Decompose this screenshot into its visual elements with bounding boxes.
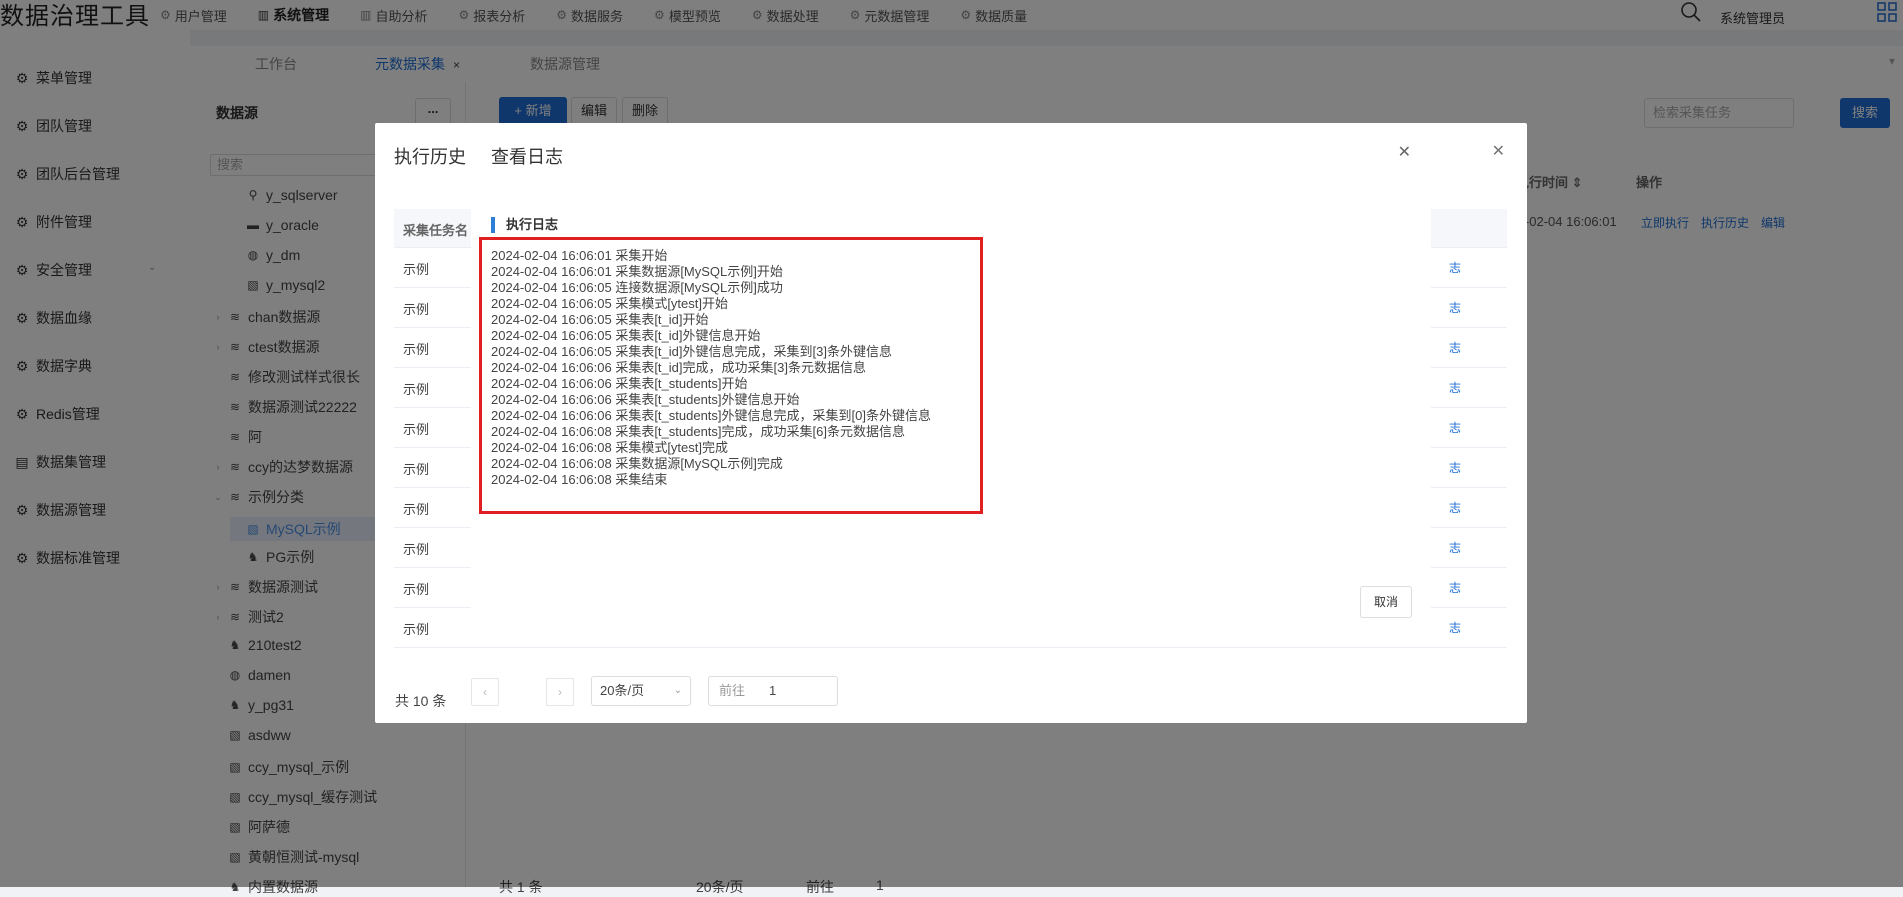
log-content: 2024-02-04 16:06:01 采集开始 2024-02-04 16:06…: [479, 237, 983, 514]
log-line: 2024-02-04 16:06:08 采集数据源[MySQL示例]完成: [491, 456, 783, 471]
log-line: 2024-02-04 16:06:05 采集表[t_id]外键信息开始: [491, 328, 761, 343]
log-line: 2024-02-04 16:06:05 采集表[t_id]开始: [491, 312, 709, 327]
task-name-cell: 示例: [403, 542, 430, 557]
task-name-cell: 示例: [403, 342, 430, 357]
view-log-link[interactable]: 志: [1449, 259, 1461, 276]
task-name-cell: 示例: [403, 262, 430, 277]
task-name-cell: 示例: [403, 502, 430, 517]
cancel-button[interactable]: 取消: [1360, 586, 1412, 618]
log-line: 2024-02-04 16:06:08 采集表[t_students]完成，成功…: [491, 424, 905, 439]
view-log-link[interactable]: 志: [1449, 379, 1461, 396]
log-line: 2024-02-04 16:06:06 采集表[t_students]外键信息开…: [491, 392, 800, 407]
chevron-down-icon: ⌄: [673, 685, 682, 696]
view-log-link[interactable]: 志: [1449, 459, 1461, 476]
goto-page-input[interactable]: 前往 1: [708, 676, 838, 706]
task-name-cell: 示例: [403, 622, 430, 637]
log-line: 2024-02-04 16:06:08 采集结束: [491, 472, 668, 487]
history-total: 共 10 条: [395, 693, 447, 709]
section-header: 执行日志: [491, 217, 558, 233]
view-log-dialog: 查看日志 ✕ 执行日志 2024-02-04 16:06:01 采集开始 2024…: [471, 123, 1431, 638]
view-log-link[interactable]: 志: [1449, 299, 1461, 316]
next-page-button[interactable]: ›: [546, 678, 574, 706]
log-line: 2024-02-04 16:06:05 采集模式[ytest]开始: [491, 296, 729, 311]
page-size-select[interactable]: 20条/页 ⌄: [591, 676, 691, 706]
prev-page-button[interactable]: ‹: [471, 678, 499, 706]
goto-label: 前往: [719, 683, 746, 698]
task-name-cell: 示例: [403, 382, 430, 397]
log-line: 2024-02-04 16:06:06 采集表[t_students]外键信息完…: [491, 408, 931, 423]
view-log-link[interactable]: 志: [1449, 619, 1461, 636]
dialog-title: 执行历史: [394, 147, 466, 167]
log-line: 2024-02-04 16:06:06 采集表[t_id]完成，成功采集[3]条…: [491, 360, 866, 375]
view-log-link[interactable]: 志: [1449, 339, 1461, 356]
task-name-cell: 示例: [403, 302, 430, 317]
goto-page-value: 1: [769, 683, 777, 698]
log-line: 2024-02-04 16:06:01 采集开始: [491, 248, 668, 263]
log-line: 2024-02-04 16:06:08 采集模式[ytest]完成: [491, 440, 729, 455]
view-log-link[interactable]: 志: [1449, 499, 1461, 516]
dialog-title: 查看日志: [491, 147, 563, 167]
task-name-cell: 示例: [403, 582, 430, 597]
log-line: 2024-02-04 16:06:01 采集数据源[MySQL示例]开始: [491, 264, 783, 279]
close-icon[interactable]: ✕: [1492, 141, 1505, 161]
view-log-link[interactable]: 志: [1449, 419, 1461, 436]
log-line: 2024-02-04 16:06:06 采集表[t_students]开始: [491, 376, 748, 391]
view-log-link[interactable]: 志: [1449, 579, 1461, 596]
task-name-cell: 示例: [403, 462, 430, 477]
col-task-name: 采集任务名: [403, 223, 469, 238]
page-size-value: 20条/页: [600, 683, 645, 698]
log-line: 2024-02-04 16:06:05 连接数据源[MySQL示例]成功: [491, 280, 783, 295]
task-name-cell: 示例: [403, 422, 430, 437]
view-log-link[interactable]: 志: [1449, 539, 1461, 556]
close-icon[interactable]: ✕: [1398, 142, 1411, 162]
log-line: 2024-02-04 16:06:05 采集表[t_id]外键信息完成，采集到[…: [491, 344, 892, 359]
